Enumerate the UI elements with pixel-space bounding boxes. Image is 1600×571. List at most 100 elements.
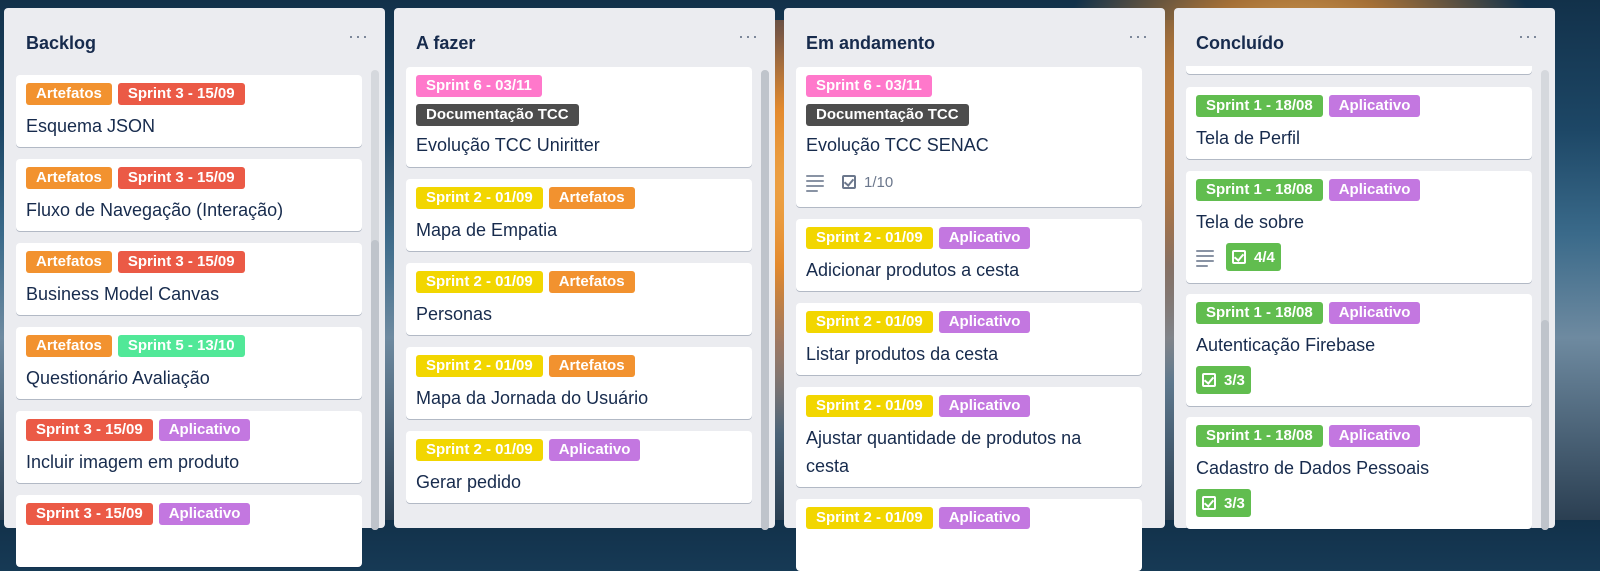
list-menu-icon[interactable]: ··· [348, 26, 369, 47]
card[interactable]: Sprint 2 - 01/09 Artefatos Mapa da Jornad… [406, 347, 752, 419]
card-labels: Sprint 1 - 18/08 Aplicativo [1196, 179, 1426, 201]
card[interactable]: Sprint 1 - 18/08 Aplicativo Tela de sobre… [1186, 171, 1532, 283]
label[interactable]: Artefatos [548, 271, 635, 293]
card[interactable]: Sprint 1 - 18/08 Aplicativo Cadastro de D… [1186, 417, 1532, 529]
label[interactable]: Artefatos [26, 335, 112, 357]
card[interactable]: Sprint 2 - 01/09 Artefatos Personas [406, 263, 752, 335]
card[interactable]: Sprint 2 - 01/09 Artefatos Mapa de Empati… [406, 179, 752, 251]
card[interactable]: Sprint 2 - 01/09 Aplicativo [796, 499, 1142, 571]
checklist-badge: 1/10 [836, 168, 899, 196]
checklist-icon [1232, 250, 1246, 264]
label[interactable]: Sprint 1 - 18/08 [1196, 179, 1323, 201]
label[interactable]: Sprint 2 - 01/09 [416, 439, 543, 461]
card[interactable]: Sprint 6 - 03/11 Documentação TCC Evoluç… [796, 67, 1142, 207]
label[interactable]: Sprint 2 - 01/09 [806, 311, 933, 333]
label[interactable]: Aplicativo [1328, 95, 1421, 117]
card-labels: Sprint 2 - 01/09 Artefatos [416, 271, 641, 293]
label[interactable]: Aplicativo [938, 227, 1031, 249]
checklist-count: 1/10 [864, 173, 894, 191]
label[interactable]: Sprint 6 - 03/11 [806, 75, 932, 97]
label[interactable]: Sprint 2 - 01/09 [806, 395, 933, 417]
card[interactable]: Sprint 2 - 01/09 Aplicativo Adicionar pro… [796, 219, 1142, 291]
label[interactable]: Aplicativo [158, 419, 251, 441]
label[interactable]: Sprint 1 - 18/08 [1196, 302, 1323, 324]
label[interactable]: Documentação TCC [806, 104, 969, 126]
list-header[interactable]: A fazer ··· [394, 8, 775, 64]
label[interactable]: Aplicativo [158, 503, 251, 525]
card[interactable]: Sprint 2 - 01/09 Aplicativo Ajustar quant… [796, 387, 1142, 487]
card-labels: Sprint 2 - 01/09 Artefatos [416, 187, 641, 209]
card-title: Business Model Canvas [26, 284, 220, 304]
card-badges: 1/10 [806, 168, 899, 196]
label[interactable]: Aplicativo [1328, 425, 1421, 447]
scrollbar-thumb[interactable] [761, 70, 769, 530]
card-title: Adicionar produtos a cesta [806, 260, 1020, 280]
card[interactable]: Artefatos Sprint 3 - 15/09 Esquema JSON [16, 75, 362, 147]
label[interactable]: Artefatos [548, 187, 635, 209]
label[interactable]: Sprint 2 - 01/09 [416, 271, 543, 293]
list-header[interactable]: Concluído ··· [1174, 8, 1555, 64]
scrollbar[interactable] [1541, 70, 1549, 530]
list-menu-icon[interactable]: ··· [1128, 26, 1149, 47]
label[interactable]: Aplicativo [938, 395, 1031, 417]
card[interactable]: Artefatos Sprint 3 - 15/09 Fluxo de Naveg… [16, 159, 362, 231]
list-header[interactable]: Em andamento ··· [784, 8, 1165, 64]
card-title: Autenticação Firebase [1196, 335, 1376, 355]
card-title-line2: cesta [806, 456, 850, 476]
list-title[interactable]: Backlog [26, 33, 96, 54]
card-labels: Sprint 2 - 01/09 Aplicativo [806, 311, 1036, 333]
card[interactable]: Sprint 2 - 01/09 Aplicativo Listar produt… [796, 303, 1142, 375]
card-title: Listar produtos da cesta [806, 344, 999, 364]
card[interactable] [1186, 66, 1532, 74]
label[interactable]: Aplicativo [938, 311, 1031, 333]
list-menu-icon[interactable]: ··· [1518, 26, 1539, 47]
label[interactable]: Sprint 2 - 01/09 [416, 187, 543, 209]
label[interactable]: Sprint 2 - 01/09 [416, 355, 543, 377]
label[interactable]: Sprint 2 - 01/09 [806, 227, 933, 249]
label[interactable]: Aplicativo [1328, 302, 1421, 324]
label[interactable]: Sprint 2 - 01/09 [806, 507, 933, 529]
checklist-badge: 4/4 [1226, 243, 1281, 271]
card[interactable]: Sprint 1 - 18/08 Aplicativo Tela de Perfi… [1186, 87, 1532, 159]
label[interactable]: Aplicativo [938, 507, 1031, 529]
label[interactable]: Sprint 3 - 15/09 [26, 419, 153, 441]
label[interactable]: Sprint 5 - 13/10 [117, 335, 245, 357]
label[interactable]: Sprint 3 - 15/09 [117, 83, 245, 105]
list-menu-icon[interactable]: ··· [738, 26, 759, 47]
label[interactable]: Sprint 3 - 15/09 [117, 251, 245, 273]
card[interactable]: Sprint 2 - 01/09 Aplicativo Gerar pedido [406, 431, 752, 503]
label[interactable]: Artefatos [26, 83, 112, 105]
label[interactable]: Sprint 1 - 18/08 [1196, 95, 1323, 117]
list-title[interactable]: A fazer [416, 33, 475, 54]
list-title[interactable]: Em andamento [806, 33, 935, 54]
card-title: Mapa de Empatia [416, 220, 558, 240]
label[interactable]: Artefatos [548, 355, 635, 377]
card-title: Tela de Perfil [1196, 128, 1301, 148]
label[interactable]: Documentação TCC [416, 104, 579, 126]
label[interactable]: Aplicativo [548, 439, 641, 461]
label[interactable]: Aplicativo [1328, 179, 1421, 201]
card[interactable]: Sprint 1 - 18/08 Aplicativo Autenticação … [1186, 294, 1532, 406]
list-header[interactable]: Backlog ··· [4, 8, 385, 64]
label[interactable]: Sprint 6 - 03/11 [416, 75, 542, 97]
checklist-icon [1202, 373, 1216, 387]
label[interactable]: Artefatos [26, 251, 112, 273]
card[interactable]: Sprint 3 - 15/09 Aplicativo [16, 495, 362, 567]
list-title[interactable]: Concluído [1196, 33, 1284, 54]
label[interactable]: Artefatos [26, 167, 112, 189]
scrollbar-thumb[interactable] [371, 240, 379, 530]
card-labels: Sprint 1 - 18/08 Aplicativo [1196, 302, 1426, 324]
card[interactable]: Artefatos Sprint 5 - 13/10 Questionário A… [16, 327, 362, 399]
label[interactable]: Sprint 3 - 15/09 [26, 503, 153, 525]
card[interactable]: Sprint 3 - 15/09 Aplicativo Incluir image… [16, 411, 362, 483]
card[interactable]: Artefatos Sprint 3 - 15/09 Business Model… [16, 243, 362, 315]
label[interactable]: Sprint 3 - 15/09 [117, 167, 245, 189]
scrollbar[interactable] [371, 70, 379, 530]
card-badges: 3/3 [1196, 489, 1251, 517]
list-backlog: Backlog ··· Artefatos Sprint 3 - 15/09 Es… [4, 8, 385, 567]
card-title: Incluir imagem em produto [26, 452, 240, 472]
label[interactable]: Sprint 1 - 18/08 [1196, 425, 1323, 447]
card[interactable]: Sprint 6 - 03/11 Documentação TCC Evoluç… [406, 67, 752, 167]
scrollbar-thumb[interactable] [1541, 320, 1549, 530]
scrollbar[interactable] [761, 70, 769, 530]
